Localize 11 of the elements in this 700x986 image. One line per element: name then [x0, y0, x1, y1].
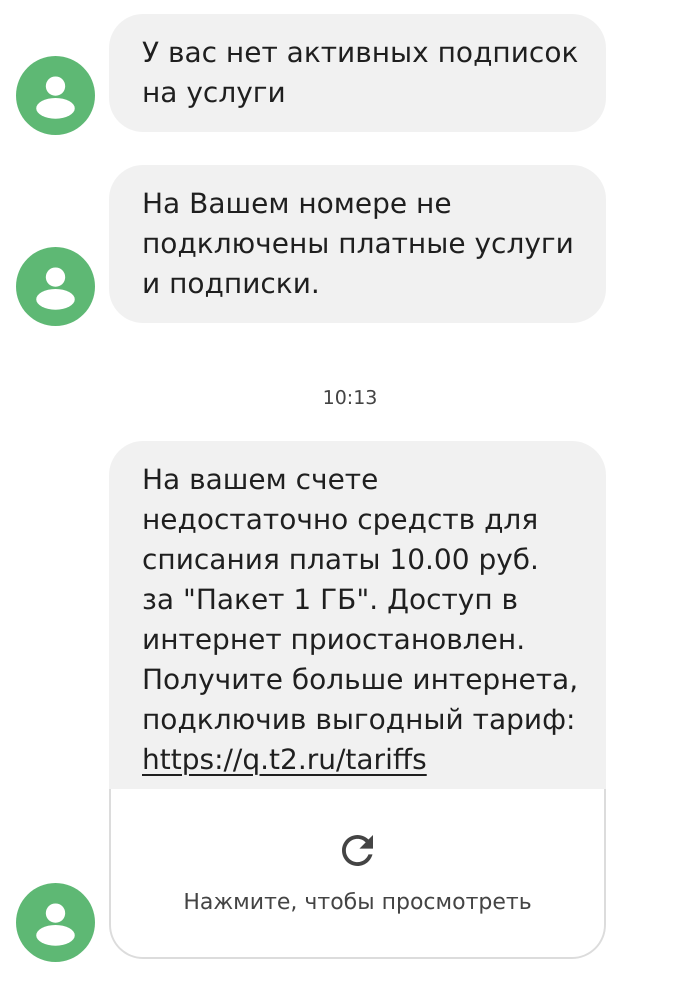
- avatar-icon: [16, 247, 95, 326]
- avatar-icon: [16, 883, 95, 962]
- message-text: На вашем счете недостаточно средств для списания платы 10.00 руб. за "Пакет 1 ГБ". Доступ в интернет приостановлен. Получите больше интернета, подключив выгодный тариф: https://q.t2.ru/tariffs: [141, 462, 580, 778]
- preview-caption: Нажмите, чтобы просмотреть: [183, 889, 532, 917]
- message-text: На Вашем номере не подключены платные услуги и подписки.: [141, 186, 575, 302]
- link[interactable]: https://q.t2.ru/tariffs: [142, 743, 427, 776]
- timestamp: 10:13: [322, 386, 378, 411]
- link-preview-card[interactable]: Нажмите, чтобы просмотреть: [109, 789, 606, 959]
- avatar-icon: [16, 56, 95, 135]
- message-text: У вас нет активных подписок на услуги: [141, 35, 580, 111]
- refresh-icon: [342, 835, 373, 866]
